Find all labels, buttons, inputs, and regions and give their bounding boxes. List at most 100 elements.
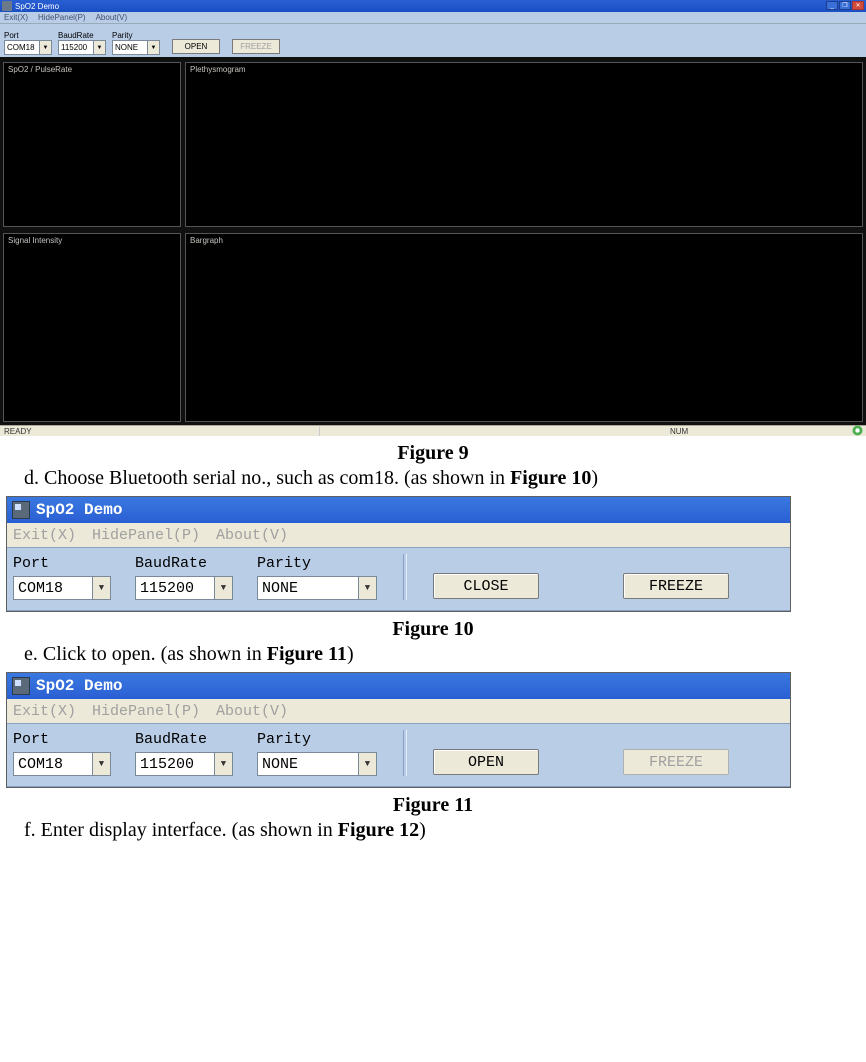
window-buttons: _ ❐ ✕ <box>826 1 864 10</box>
app-title: SpO2 Demo <box>36 677 122 695</box>
menu-exit[interactable]: Exit(X) <box>4 13 28 22</box>
menubar: Exit(X) HidePanel(P) About(V) <box>7 699 790 723</box>
close-button[interactable]: CLOSE <box>433 573 539 599</box>
parity-select[interactable]: NONE ▼ <box>112 40 160 55</box>
titlebar: SpO2 Demo _ ❐ ✕ <box>0 0 866 12</box>
port-select[interactable]: COM18 ▼ <box>4 40 52 55</box>
menu-hidepanel[interactable]: HidePanel(P) <box>38 13 86 22</box>
menu-exit[interactable]: Exit(X) <box>13 703 76 720</box>
baud-select[interactable]: 115200 ▼ <box>135 752 233 776</box>
dropdown-arrow-icon: ▼ <box>358 753 376 775</box>
step-e-text-end: ) <box>347 643 354 665</box>
app-icon <box>2 1 12 11</box>
parity-value: NONE <box>258 577 358 599</box>
status-ready: READY <box>0 427 320 436</box>
step-e: e. Click to open. (as shown in Figure 11… <box>24 643 866 666</box>
step-e-text: e. Click to open. (as shown in <box>24 643 267 665</box>
menu-hidepanel[interactable]: HidePanel(P) <box>92 527 200 544</box>
toolbar: Port COM18 ▼ BaudRate 115200 ▼ Parity NO… <box>7 723 790 787</box>
menubar: Exit(X) HidePanel(P) About(V) <box>7 523 790 547</box>
baud-label: BaudRate <box>58 31 106 40</box>
port-value: COM18 <box>14 753 92 775</box>
step-f-text-end: ) <box>419 819 426 841</box>
panel-label: SpO2 / PulseRate <box>8 65 72 74</box>
maximize-button[interactable]: ❐ <box>839 1 851 10</box>
open-button[interactable]: OPEN <box>433 749 539 775</box>
step-d-text: d. Choose Bluetooth serial no., such as … <box>24 467 510 489</box>
parity-select[interactable]: NONE ▼ <box>257 752 377 776</box>
status-tray-icon <box>852 425 863 436</box>
figure-11-screenshot: SpO2 Demo Exit(X) HidePanel(P) About(V) … <box>6 672 791 788</box>
baud-value: 115200 <box>136 753 214 775</box>
step-f-ref: Figure 12 <box>338 819 419 841</box>
menu-about[interactable]: About(V) <box>216 703 288 720</box>
parity-label: Parity <box>257 731 377 748</box>
dropdown-arrow-icon: ▼ <box>358 577 376 599</box>
titlebar: SpO2 Demo <box>7 673 790 699</box>
figure-11-caption: Figure 11 <box>0 794 866 817</box>
panel-plethysmogram: Plethysmogram <box>185 62 863 227</box>
app-title: SpO2 Demo <box>15 2 59 11</box>
dropdown-arrow-icon: ▼ <box>92 577 110 599</box>
figure-9-screenshot: SpO2 Demo _ ❐ ✕ Exit(X) HidePanel(P) Abo… <box>0 0 866 436</box>
dropdown-arrow-icon: ▼ <box>39 41 51 54</box>
app-title: SpO2 Demo <box>36 501 122 519</box>
panels-area: SpO2 / PulseRate Plethysmogram Signal In… <box>0 57 866 425</box>
figure-10-caption: Figure 10 <box>0 618 866 641</box>
toolbar: Port COM18 ▼ BaudRate 115200 ▼ Parity NO… <box>0 23 866 57</box>
menu-hidepanel[interactable]: HidePanel(P) <box>92 703 200 720</box>
parity-value: NONE <box>113 41 147 54</box>
freeze-button[interactable]: FREEZE <box>232 39 280 54</box>
menu-exit[interactable]: Exit(X) <box>13 527 76 544</box>
open-button[interactable]: OPEN <box>172 39 220 54</box>
toolbar: Port COM18 ▼ BaudRate 115200 ▼ Parity NO… <box>7 547 790 611</box>
parity-label: Parity <box>112 31 160 40</box>
step-f: f. Enter display interface. (as shown in… <box>24 819 866 842</box>
port-select[interactable]: COM18 ▼ <box>13 576 111 600</box>
dropdown-arrow-icon: ▼ <box>214 753 232 775</box>
status-num: NUM <box>666 427 866 436</box>
dropdown-arrow-icon: ▼ <box>214 577 232 599</box>
port-label: Port <box>13 555 111 572</box>
parity-value: NONE <box>258 753 358 775</box>
freeze-button[interactable]: FREEZE <box>623 749 729 775</box>
step-d-text-end: ) <box>591 467 598 489</box>
dropdown-arrow-icon: ▼ <box>92 753 110 775</box>
app-icon <box>12 501 30 519</box>
menubar: Exit(X) HidePanel(P) About(V) <box>0 12 866 23</box>
toolbar-divider <box>403 554 407 600</box>
step-e-ref: Figure 11 <box>267 643 347 665</box>
panel-label: Signal Intensity <box>8 236 62 245</box>
baud-label: BaudRate <box>135 731 233 748</box>
menu-about[interactable]: About(V) <box>96 13 128 22</box>
port-value: COM18 <box>14 577 92 599</box>
port-value: COM18 <box>5 41 39 54</box>
status-bar: READY NUM <box>0 425 866 436</box>
baud-label: BaudRate <box>135 555 233 572</box>
dropdown-arrow-icon: ▼ <box>147 41 159 54</box>
panel-bargraph: Bargraph <box>185 233 863 422</box>
minimize-button[interactable]: _ <box>826 1 838 10</box>
panel-label: Bargraph <box>190 236 223 245</box>
toolbar-divider <box>403 730 407 776</box>
panel-spo2-pulserate: SpO2 / PulseRate <box>3 62 181 227</box>
menu-about[interactable]: About(V) <box>216 527 288 544</box>
parity-select[interactable]: NONE ▼ <box>257 576 377 600</box>
figure-9-caption: Figure 9 <box>0 442 866 465</box>
dropdown-arrow-icon: ▼ <box>93 41 105 54</box>
panel-label: Plethysmogram <box>190 65 246 74</box>
freeze-button[interactable]: FREEZE <box>623 573 729 599</box>
step-f-text: f. Enter display interface. (as shown in <box>24 819 338 841</box>
parity-label: Parity <box>257 555 377 572</box>
baud-select[interactable]: 115200 ▼ <box>135 576 233 600</box>
close-button[interactable]: ✕ <box>852 1 864 10</box>
titlebar: SpO2 Demo <box>7 497 790 523</box>
port-select[interactable]: COM18 ▼ <box>13 752 111 776</box>
step-d-ref: Figure 10 <box>510 467 591 489</box>
baud-select[interactable]: 115200 ▼ <box>58 40 106 55</box>
app-icon <box>12 677 30 695</box>
port-label: Port <box>13 731 111 748</box>
step-d: d. Choose Bluetooth serial no., such as … <box>24 467 866 490</box>
panel-signal-intensity: Signal Intensity <box>3 233 181 422</box>
baud-value: 115200 <box>136 577 214 599</box>
